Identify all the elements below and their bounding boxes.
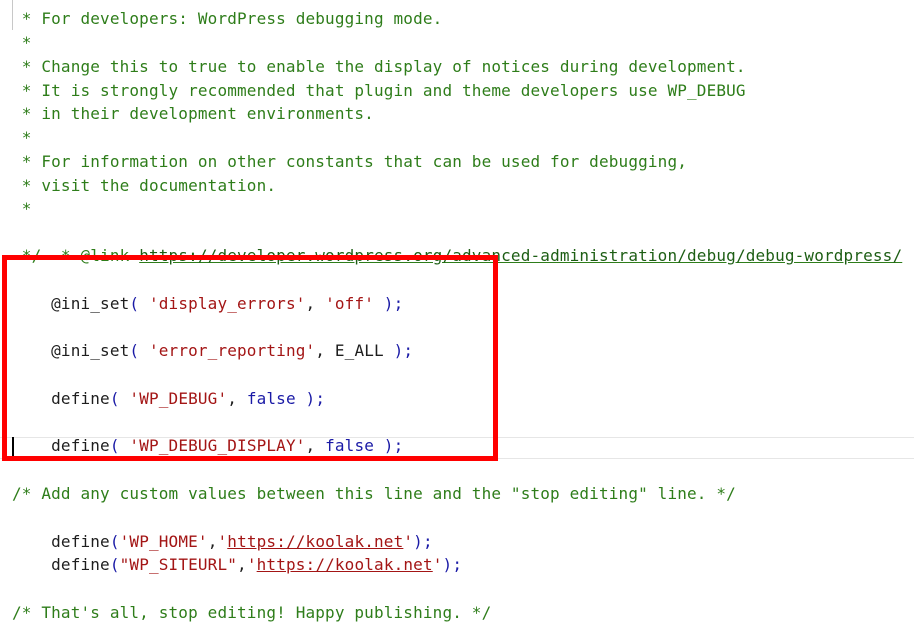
comment-line: * Change this to true to enable the disp… — [12, 57, 746, 76]
comment-line: * For developers: WordPress debugging mo… — [12, 9, 443, 28]
comment-line: * It is strongly recommended that plugin… — [12, 81, 746, 100]
comment-line: * For information on other constants tha… — [12, 152, 688, 171]
link-comment-line: * @link https://developer.wordpress.org/… — [12, 221, 902, 265]
comment-line: * visit the documentation. — [12, 176, 277, 195]
string-arg: "WP_SITEURL" — [119, 555, 238, 574]
function-name: define — [51, 555, 110, 574]
red-highlight-box — [2, 255, 498, 461]
comment-line: * in their development environments. — [12, 104, 374, 123]
siteurl-link[interactable]: https://koolak.net — [257, 555, 433, 574]
comment-line: * — [12, 33, 32, 52]
quote: ' — [432, 555, 443, 574]
custom-values-comment: /* Add any custom values between this li… — [12, 484, 736, 503]
comment-line: * — [12, 128, 32, 147]
define-wp-siteurl-line: define("WP_SITEURL",'https://koolak.net'… — [12, 530, 462, 574]
comment-line: * — [12, 199, 32, 218]
paren-close: ); — [442, 555, 463, 574]
stop-editing-comment: /* That's all, stop editing! Happy publi… — [12, 603, 492, 622]
define-wp-home-line: define('WP_HOME','https://koolak.net'); — [12, 507, 433, 551]
paren-open: ( — [109, 555, 120, 574]
separator: , — [237, 555, 247, 574]
quote: ' — [246, 555, 257, 574]
